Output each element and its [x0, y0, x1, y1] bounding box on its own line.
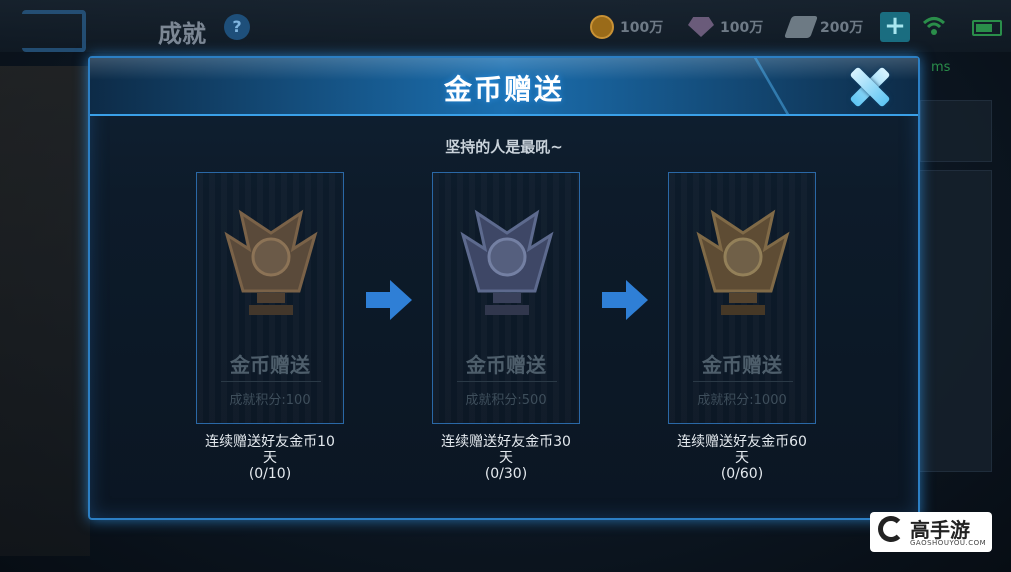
side-panel: [0, 66, 90, 556]
diamond-value: 100万: [720, 20, 764, 36]
card-title: 金币赠送: [230, 353, 310, 377]
card-progress: (0/60): [720, 466, 764, 482]
voucher-value: 200万: [820, 20, 864, 36]
g-logo-icon: [878, 516, 904, 542]
card-title: 金币赠送: [702, 353, 782, 377]
battery-icon: [972, 20, 1002, 36]
page-title: 成就: [158, 20, 206, 48]
modal-title: 金币赠送: [443, 73, 564, 106]
card-progress: (0/10): [248, 466, 292, 482]
card-description: 连续赠送好友金币60 天 (0/60): [642, 434, 842, 482]
silver-trophy-icon: [460, 209, 554, 315]
gold-gift-modal: 金币赠送 坚持的人是最吼~ 金币赠送 成就积分:100 连续赠送好友金币10 天…: [88, 56, 938, 520]
back-button[interactable]: [22, 10, 86, 52]
diamond-icon: [688, 17, 714, 37]
ping-unit: ms: [931, 60, 951, 75]
recharge-button[interactable]: +: [880, 12, 910, 42]
card-description: 连续赠送好友金币10 天 (0/10): [170, 434, 370, 482]
card-description: 连续赠送好友金币30 天 (0/30): [406, 434, 606, 482]
card-score: 成就积分:1000: [697, 393, 787, 408]
voucher-icon: [783, 16, 819, 38]
modal-header: 金币赠送: [90, 58, 938, 116]
card-score: 成就积分:100: [229, 393, 311, 408]
card-title: 金币赠送: [466, 353, 546, 377]
background-card: [918, 170, 992, 472]
wifi-icon: [922, 17, 946, 35]
gold-value: 100万: [620, 20, 664, 36]
gold-resource: 100万: [590, 14, 663, 40]
card-progress: (0/30): [484, 466, 528, 482]
gold-trophy-icon: [696, 209, 790, 315]
help-button[interactable]: ?: [224, 14, 250, 40]
close-icon[interactable]: [844, 62, 892, 110]
modal-subtitle: 坚持的人是最吼~: [445, 138, 563, 156]
achievement-card-silver[interactable]: 金币赠送 成就积分:500: [432, 172, 580, 424]
achievement-card-gold[interactable]: 金币赠送 成就积分:1000: [668, 172, 816, 424]
achievement-card-bronze[interactable]: 金币赠送 成就积分:100: [196, 172, 344, 424]
card-score: 成就积分:500: [465, 393, 547, 408]
arrow-right-icon: [366, 280, 412, 320]
watermark-logo: 高手游 GAOSHOUYOU.COM: [870, 512, 992, 552]
voucher-resource: 200万: [783, 14, 864, 40]
gold-coin-icon: [590, 15, 614, 39]
arrow-right-icon: [602, 280, 648, 320]
diamond-resource: 100万: [688, 14, 763, 40]
bronze-trophy-icon: [224, 209, 318, 315]
